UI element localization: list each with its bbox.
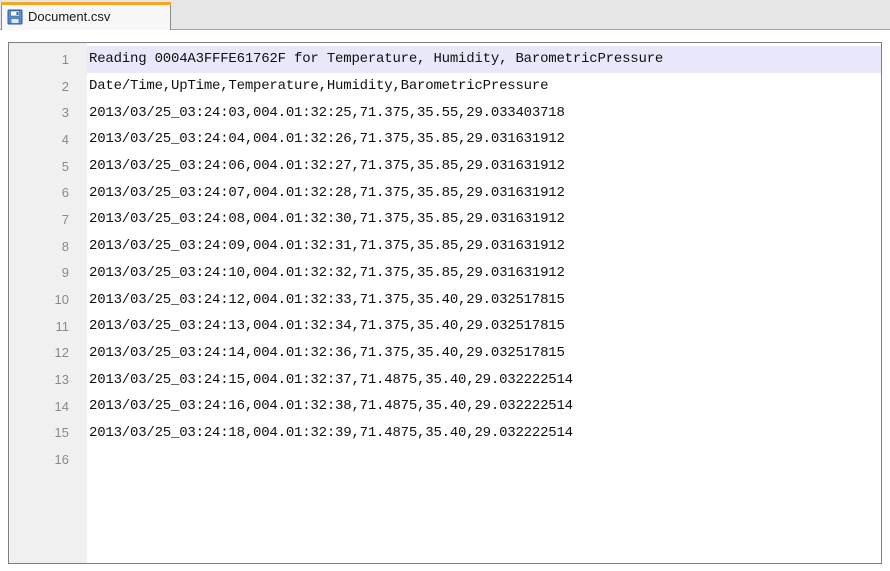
editor-lines: 1 Reading 0004A3FFFE61762F for Temperatur… (9, 46, 881, 473)
editor-line[interactable]: 6 2013/03/25_03:24:07,004.01:32:28,71.375… (9, 179, 881, 206)
editor-line[interactable]: 14 2013/03/25_03:24:16,004.01:32:38,71.48… (9, 393, 881, 420)
editor-line[interactable]: 9 2013/03/25_03:24:10,004.01:32:32,71.375… (9, 260, 881, 287)
line-number: 2 (61, 78, 69, 94)
tab-document-csv[interactable]: Document.csv (1, 2, 171, 30)
editor-line[interactable]: 2 Date/Time,UpTime,Temperature,Humidity,B… (9, 73, 881, 100)
line-number: 9 (61, 265, 69, 281)
line-number: 13 (54, 372, 69, 388)
line-number: 11 (55, 318, 70, 334)
editor-line[interactable]: 5 2013/03/25_03:24:06,004.01:32:27,71.375… (9, 153, 881, 180)
line-number: 16 (54, 452, 69, 468)
editor-line[interactable]: 8 2013/03/25_03:24:09,004.01:32:31,71.375… (9, 233, 881, 260)
line-text: 2013/03/25_03:24:15,004.01:32:37,71.4875… (89, 371, 573, 388)
editor-line[interactable]: 1 Reading 0004A3FFFE61762F for Temperatur… (9, 46, 881, 73)
line-text: 2013/03/25_03:24:10,004.01:32:32,71.375,… (89, 264, 565, 281)
line-number: 4 (61, 131, 69, 147)
line-text: 2013/03/25_03:24:06,004.01:32:27,71.375,… (89, 158, 565, 175)
text-editor[interactable]: 1 Reading 0004A3FFFE61762F for Temperatur… (8, 42, 882, 564)
line-number: 8 (61, 238, 69, 254)
tab-label: Document.csv (28, 9, 111, 24)
line-text: 2013/03/25_03:24:16,004.01:32:38,71.4875… (89, 398, 573, 415)
editor-line[interactable]: 13 2013/03/25_03:24:15,004.01:32:37,71.48… (9, 366, 881, 393)
editor-line[interactable]: 15 2013/03/25_03:24:18,004.01:32:39,71.48… (9, 420, 881, 447)
editor-line[interactable]: 4 2013/03/25_03:24:04,004.01:32:26,71.375… (9, 126, 881, 153)
line-text: 2013/03/25_03:24:08,004.01:32:30,71.375,… (89, 211, 565, 228)
line-number: 14 (54, 398, 69, 414)
line-number: 5 (61, 158, 69, 174)
tab-active-indicator (1, 2, 171, 5)
line-text: 2013/03/25_03:24:07,004.01:32:28,71.375,… (89, 184, 565, 201)
save-disk-icon (7, 9, 23, 25)
line-number: 6 (61, 185, 69, 201)
editor-line[interactable]: 3 2013/03/25_03:24:03,004.01:32:25,71.375… (9, 99, 881, 126)
editor-line[interactable]: 7 2013/03/25_03:24:08,004.01:32:30,71.375… (9, 206, 881, 233)
line-text: 2013/03/25_03:24:18,004.01:32:39,71.4875… (89, 424, 573, 441)
line-number: 7 (61, 211, 69, 227)
editor-line[interactable]: 16 (9, 446, 881, 473)
tab-strip: Document.csv (0, 0, 890, 30)
line-text: 2013/03/25_03:24:09,004.01:32:31,71.375,… (89, 238, 565, 255)
line-text: 2013/03/25_03:24:12,004.01:32:33,71.375,… (89, 291, 565, 308)
line-number: 10 (54, 292, 69, 308)
line-number: 3 (61, 105, 69, 121)
line-text: 2013/03/25_03:24:13,004.01:32:34,71.375,… (89, 318, 565, 335)
line-text: Reading 0004A3FFFE61762F for Temperature… (89, 51, 664, 68)
line-text: 2013/03/25_03:24:14,004.01:32:36,71.375,… (89, 344, 565, 361)
line-text: 2013/03/25_03:24:04,004.01:32:26,71.375,… (89, 131, 565, 148)
line-number: 15 (54, 425, 69, 441)
line-text: 2013/03/25_03:24:03,004.01:32:25,71.375,… (89, 104, 565, 121)
line-number: 12 (54, 345, 69, 361)
editor-line[interactable]: 12 2013/03/25_03:24:14,004.01:32:36,71.37… (9, 340, 881, 367)
line-text: Date/Time,UpTime,Temperature,Humidity,Ba… (89, 78, 549, 95)
line-number: 1 (9, 46, 87, 73)
editor-line[interactable]: 11 2013/03/25_03:24:13,004.01:32:34,71.37… (9, 313, 881, 340)
editor-line[interactable]: 10 2013/03/25_03:24:12,004.01:32:33,71.37… (9, 286, 881, 313)
